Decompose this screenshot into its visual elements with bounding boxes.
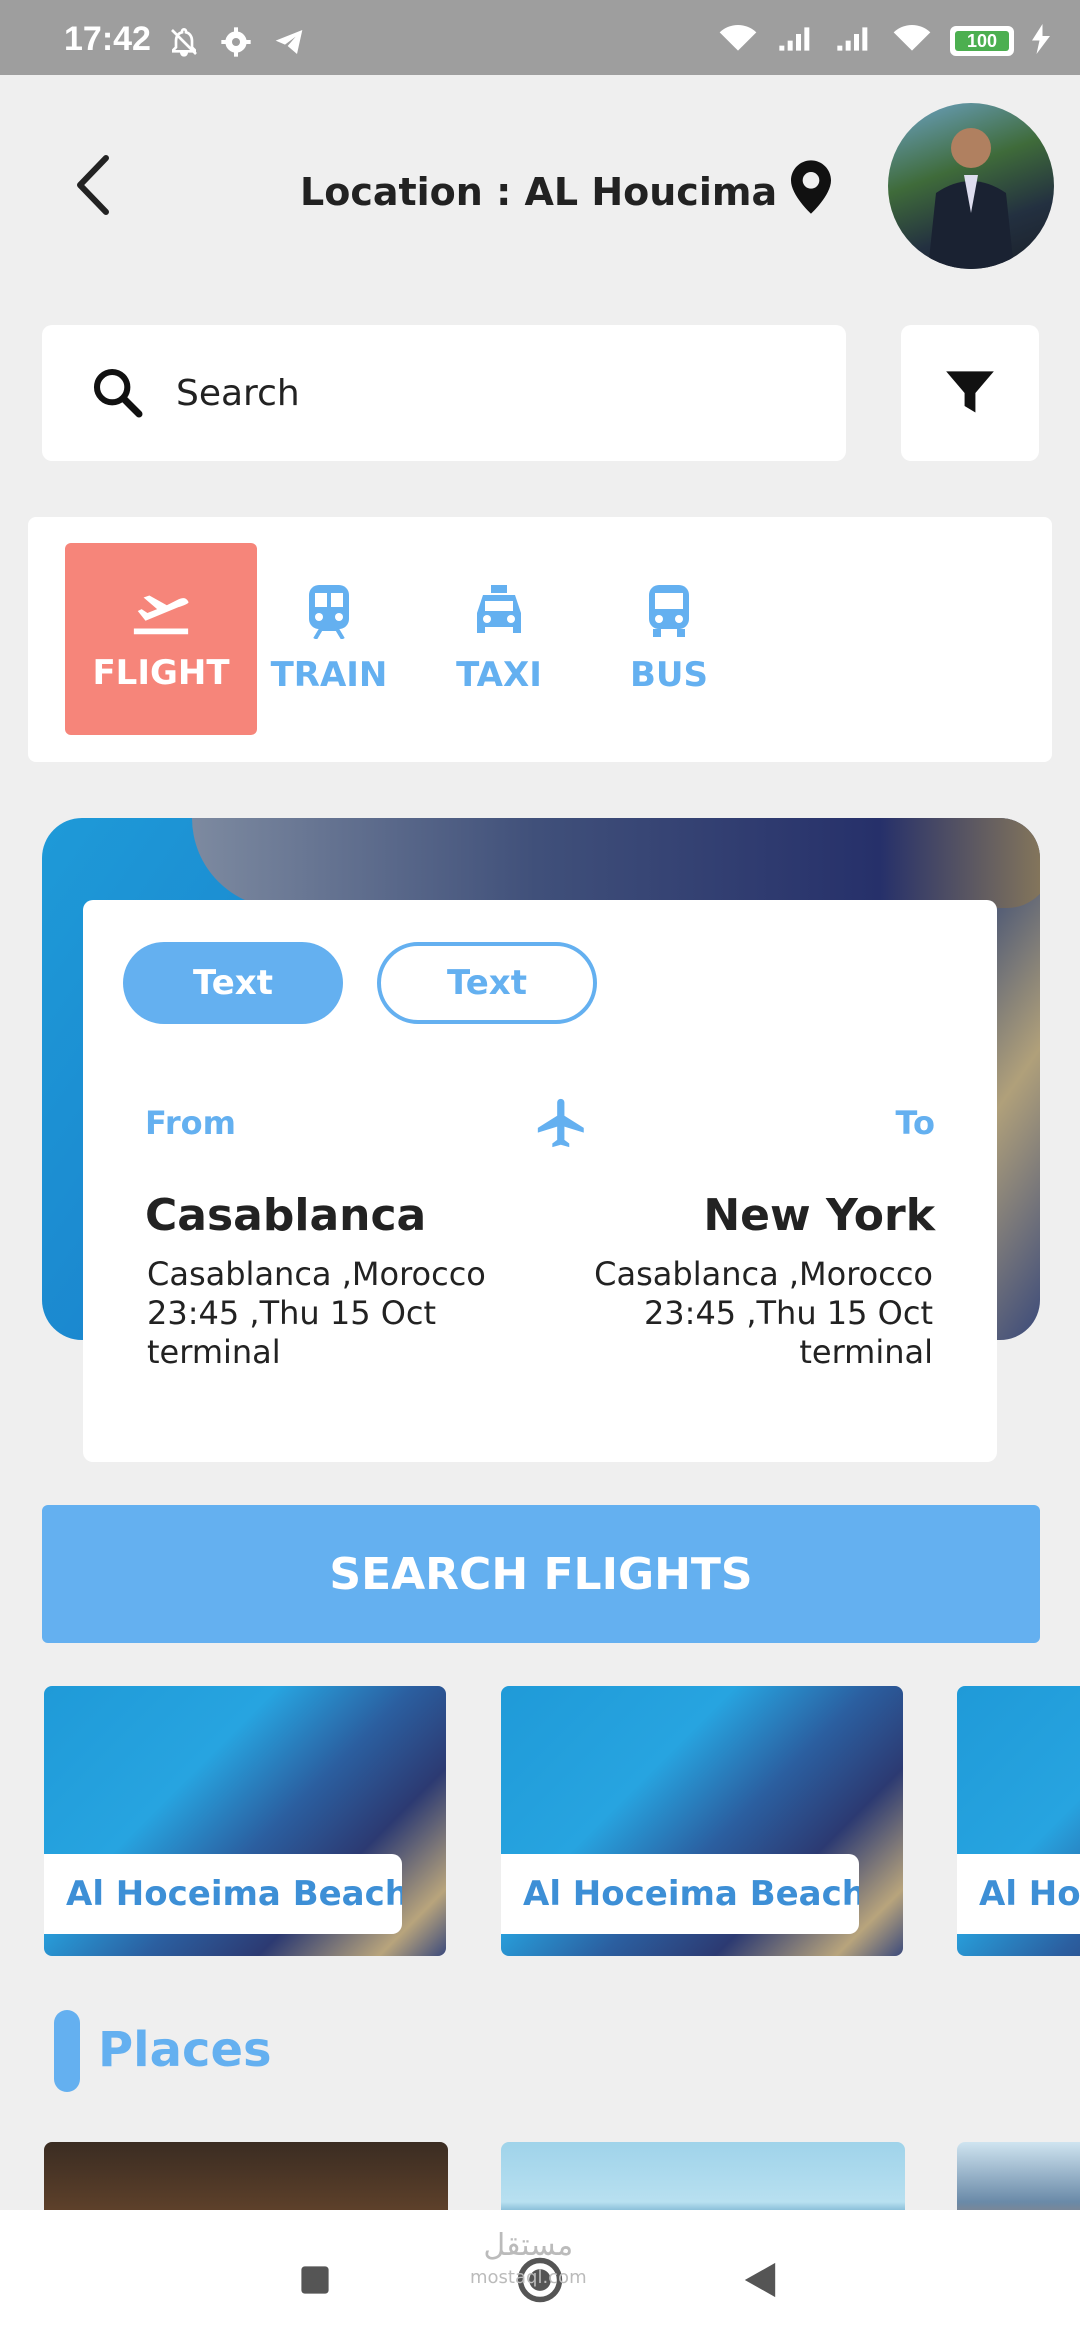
to-details: Casablanca ,Morocco 23:45 ,Thu 15 Oct te… [594, 1255, 933, 1372]
location-label[interactable]: Location : AL Houcima [300, 160, 832, 223]
trip-card: Text Text From To Casablanca New York Ca… [83, 900, 997, 1462]
beach-carousel[interactable]: Al Hoceima Beach Al Hoceima Beach Al Hoc… [0, 1686, 1080, 1958]
beach-card[interactable]: Al Hoceima Beach [501, 1686, 903, 1956]
gear-icon [220, 26, 252, 62]
profile-photo [928, 128, 1014, 269]
battery-icon: 100 [950, 26, 1014, 56]
filter-button[interactable] [901, 325, 1039, 461]
search-icon [93, 368, 143, 418]
from-label: From [145, 1104, 236, 1142]
watermark: مستقل mostaql.com [470, 2230, 587, 2294]
hero-rock [192, 818, 1040, 908]
recents-button[interactable] [285, 2250, 345, 2310]
beach-card[interactable]: Al Hoceima Beach [44, 1686, 446, 1956]
to-label: To [895, 1104, 935, 1142]
from-datetime: 23:45 ,Thu 15 Oct [147, 1294, 437, 1332]
trip-toggle-outline[interactable]: Text [377, 942, 597, 1024]
status-bar: 17:42 100 [0, 0, 1080, 75]
filter-icon [946, 371, 994, 413]
watermark-sub: mostaql.com [470, 2267, 587, 2288]
taxi-icon [477, 585, 521, 633]
square-icon [301, 2266, 329, 2294]
tab-label: BUS [629, 655, 708, 695]
signal-icon [776, 24, 816, 58]
battery-level: 100 [955, 31, 1009, 51]
charging-icon [1032, 24, 1050, 58]
place-card[interactable] [44, 2142, 448, 2212]
chevron-left-icon [77, 155, 109, 215]
tab-label: FLIGHT [92, 653, 230, 693]
from-terminal: terminal [147, 1333, 281, 1371]
status-time: 17:42 [64, 20, 151, 58]
back-button[interactable] [70, 150, 118, 220]
beach-card[interactable]: Al Hoceima Beach [957, 1686, 1080, 1956]
bus-icon [649, 585, 689, 637]
signal-icon [834, 24, 874, 58]
avatar[interactable] [888, 103, 1054, 269]
from-details: Casablanca ,Morocco 23:45 ,Thu 15 Oct te… [147, 1255, 486, 1372]
beach-card-label: Al Hoceima Beach [44, 1854, 402, 1934]
place-card[interactable] [957, 2142, 1080, 2212]
place-card[interactable] [501, 2142, 905, 2212]
to-location: Casablanca ,Morocco [594, 1255, 933, 1293]
tab-label: TRAIN [270, 655, 388, 695]
tab-train[interactable]: TRAIN [233, 543, 425, 735]
tab-label: TAXI [456, 655, 542, 695]
plane-departure-icon [133, 595, 189, 635]
tab-bus[interactable]: BUS [573, 543, 765, 735]
location-text: Location : AL Houcima [300, 169, 778, 214]
transport-tabs: FLIGHT TRAIN TAXI BUS [28, 517, 1052, 762]
from-city: Casablanca [145, 1190, 427, 1241]
system-nav-bar: مستقل mostaql.com [0, 2210, 1080, 2340]
from-location: Casablanca ,Morocco [147, 1255, 486, 1293]
wifi-icon [892, 24, 932, 58]
back-nav-button[interactable] [730, 2250, 790, 2310]
search-flights-button[interactable]: SEARCH FLIGHTS [42, 1505, 1040, 1643]
places-heading: Places [98, 2022, 272, 2078]
trip-toggle-filled[interactable]: Text [123, 942, 343, 1024]
telegram-icon [272, 26, 306, 62]
map-pin-icon [791, 160, 832, 223]
beach-card-label: Al Hoceima Beach [957, 1854, 1080, 1934]
to-city: New York [703, 1190, 935, 1241]
search-bar[interactable] [42, 325, 846, 461]
triangle-back-icon [744, 2262, 776, 2298]
watermark-main: مستقل [483, 2228, 574, 2263]
tab-taxi[interactable]: TAXI [403, 543, 595, 735]
tab-flight[interactable]: FLIGHT [65, 543, 257, 735]
to-datetime: 23:45 ,Thu 15 Oct [643, 1294, 933, 1332]
places-accent-bar [54, 2010, 80, 2092]
train-icon [309, 585, 349, 639]
wifi-icon [718, 24, 758, 58]
airplane-icon [533, 1094, 591, 1156]
to-terminal: terminal [799, 1333, 933, 1371]
beach-card-label: Al Hoceima Beach [501, 1854, 859, 1934]
bell-off-icon [168, 26, 200, 62]
places-carousel[interactable] [0, 2142, 1080, 2212]
search-input[interactable] [176, 372, 776, 414]
